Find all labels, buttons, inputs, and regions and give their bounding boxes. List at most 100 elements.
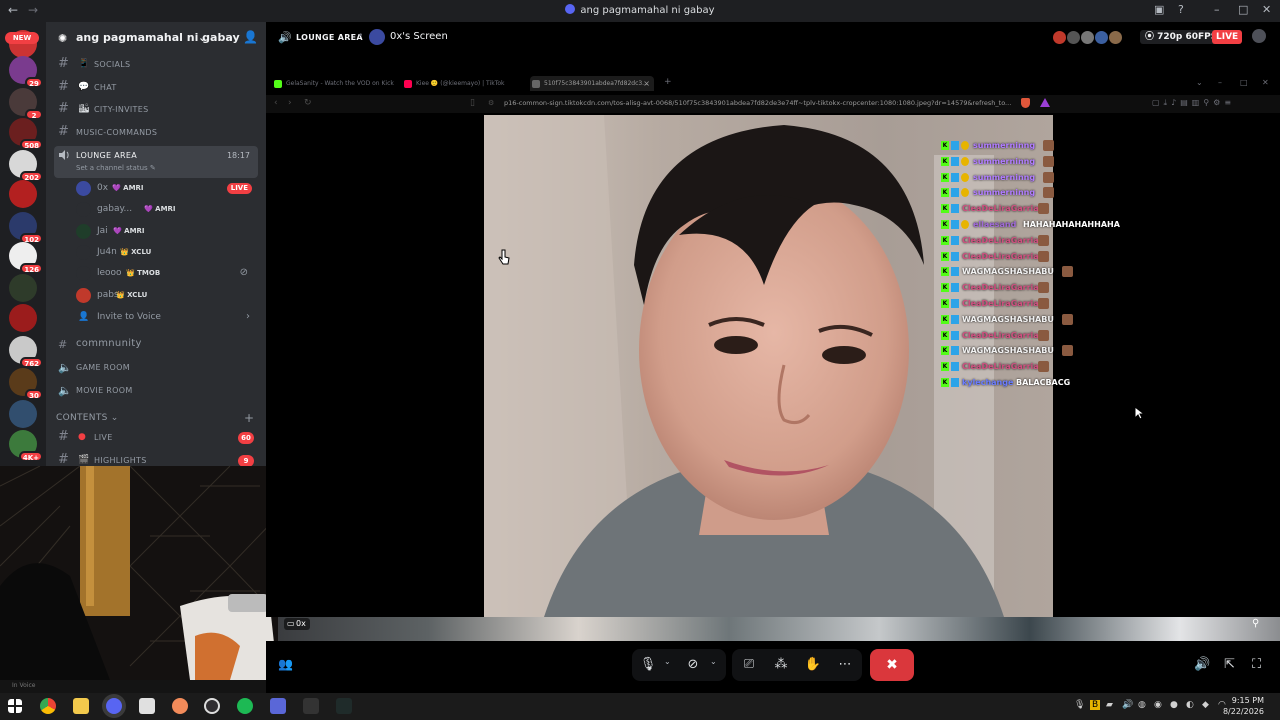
server-header[interactable]: ✺ ang pagmamahal ni gabay ⌄ 👤 [46, 22, 266, 54]
discord-icon[interactable] [106, 698, 122, 714]
screen-share-button-icon[interactable]: ⎚ [738, 655, 760, 675]
mic-options-chevron-icon[interactable]: ⌄ [664, 657, 671, 666]
invite-to-voice-button[interactable]: 👤 Invite to Voice › [76, 308, 258, 328]
browser-tab[interactable]: 510f75c3843901abdea7fd82dc3... × [530, 76, 654, 91]
server-icon-7[interactable]: 102 [9, 212, 43, 244]
tab-list-icon[interactable]: ⌄ [1196, 78, 1203, 87]
server-icon-14[interactable]: 4K+ [9, 430, 43, 462]
start-menu-icon[interactable] [8, 699, 22, 713]
url-text[interactable]: p16-common-sign.tiktokcdn.com/tos-alisg-… [504, 99, 1011, 107]
camera-off-icon[interactable]: ⊘ [682, 655, 704, 675]
channel-chat[interactable]: # 💬 CHAT [54, 78, 258, 98]
app-icon-orange[interactable] [172, 698, 188, 714]
server-icon-6[interactable] [9, 180, 37, 208]
voice-user[interactable]: leooo 👑 TMOB ⊘ [76, 264, 258, 284]
channel-socials[interactable]: # 📱 SOCIALS [54, 55, 258, 75]
voice-channel-lounge-area[interactable]: LOUNGE AREA 18:17 Set a channel status ✎ [54, 146, 258, 178]
server-icon-1[interactable]: NEW [5, 30, 39, 58]
stream-quality-badge[interactable]: ⦿ 720p 60FPS [1140, 30, 1223, 44]
voice-user[interactable]: 0x 💜 AMRI LIVE [76, 179, 258, 199]
fullscreen-icon[interactable]: ⛶ [1252, 657, 1261, 672]
camera-options-chevron-icon[interactable]: ⌄ [710, 657, 717, 666]
app-icon-purple[interactable] [270, 698, 286, 714]
tray-app-icon[interactable]: B [1090, 700, 1101, 710]
category-contents[interactable]: CONTENTS ⌄ [56, 413, 119, 423]
voice-channel[interactable]: # commnunity [54, 335, 258, 355]
forward-icon[interactable]: › [288, 98, 292, 108]
tray-icon-d[interactable]: ● [1170, 700, 1178, 710]
server-icon-3[interactable]: 2 [9, 88, 43, 120]
server-icon-2[interactable]: 29 [9, 56, 43, 88]
file-explorer-icon[interactable] [73, 698, 89, 714]
app-icon-teal[interactable] [336, 698, 352, 714]
server-icon-5[interactable]: 202 [9, 150, 43, 182]
browser-toolbar-icons[interactable]: ▢⤓♪▤▥⚲⚙≡ [1152, 98, 1235, 108]
channel-highlights[interactable]: # 🎬 HIGHLIGHTS 9 [54, 451, 258, 466]
channel-live[interactable]: # ● LIVE 60 [54, 428, 258, 448]
browser-maximize-icon[interactable]: □ [1240, 78, 1248, 87]
channel-status[interactable]: Set a channel status ✎ [76, 164, 156, 172]
server-icon-8[interactable]: 126 [9, 242, 43, 274]
invite-people-icon[interactable]: 👤 [243, 30, 258, 44]
browser-minimize-icon[interactable]: – [1218, 78, 1222, 87]
brave-shield-icon[interactable] [1021, 98, 1030, 108]
tray-mic-icon[interactable]: 🎙 [1074, 700, 1085, 710]
voice-user[interactable]: Ju4n 👑 XCLU [76, 243, 258, 263]
voice-channel[interactable]: 🔈 GAME ROOM [54, 358, 258, 378]
add-channel-icon[interactable]: + [244, 411, 254, 425]
tray-icon-a[interactable]: ▰ [1106, 700, 1113, 710]
server-icon-13[interactable] [9, 400, 37, 428]
voice-channel[interactable]: 🔈 MOVIE ROOM [54, 381, 258, 401]
tray-icon-b[interactable]: ◍ [1138, 700, 1146, 710]
server-name[interactable]: ang pagmamahal ni gabay [76, 31, 240, 44]
close-icon[interactable]: ✕ [1262, 3, 1271, 16]
voice-user[interactable]: pabs 👑 XCLU [76, 286, 258, 306]
back-icon[interactable]: ‹ [274, 98, 278, 108]
voice-user[interactable]: gabay... 💜 AMRI [76, 200, 258, 220]
server-icon-10[interactable] [9, 304, 37, 332]
bookmark-icon[interactable]: ▯ [470, 98, 475, 108]
inbox-icon[interactable]: ▣ [1154, 3, 1164, 16]
browser-tab[interactable]: Kiee 🙂 (@kieemayo) | TikTok [402, 76, 524, 91]
site-info-icon[interactable]: ⚙ [488, 99, 494, 107]
chevron-down-icon[interactable]: ⌄ [198, 31, 207, 44]
tab-close-icon[interactable]: × [643, 76, 650, 91]
rewards-icon[interactable] [1040, 98, 1050, 107]
server-icon-12[interactable]: 30 [9, 368, 43, 400]
volume-icon[interactable]: 🔊 [1194, 657, 1210, 672]
tray-icon-f[interactable]: ◆ [1202, 700, 1209, 710]
new-tab-icon[interactable]: + [664, 77, 672, 87]
channel-city-invites[interactable]: # 🏙 CITY-INVITES [54, 100, 258, 120]
reload-icon[interactable]: ↻ [304, 98, 312, 108]
pop-out-icon[interactable]: ⇱ [1224, 657, 1235, 672]
server-icon-4[interactable]: 508 [9, 118, 43, 150]
taskbar-clock[interactable]: 9:15 PM 8/22/2026 [1223, 695, 1264, 717]
add-people-icon[interactable]: 👥 [278, 657, 293, 671]
microphone-icon[interactable]: 🎙 [637, 655, 659, 675]
maximize-icon[interactable]: □ [1238, 3, 1248, 16]
zoom-icon[interactable]: ⚲ [1252, 618, 1259, 629]
chrome-icon[interactable] [40, 698, 56, 714]
server-icon [565, 4, 576, 14]
channel-music-commands[interactable]: # MUSIC-COMMANDS [54, 123, 258, 143]
help-icon[interactable]: ? [1178, 3, 1184, 16]
viewer-avatars[interactable] [1052, 30, 1128, 46]
obs-icon[interactable] [204, 698, 220, 714]
minimize-icon[interactable]: – [1214, 3, 1220, 16]
tray-icon-c[interactable]: ◉ [1154, 700, 1162, 710]
browser-tab[interactable]: GelaSanity - Watch the VOD on Kick [272, 76, 394, 91]
chat-bubble-icon[interactable] [1252, 29, 1266, 43]
notepad-icon[interactable] [139, 698, 155, 714]
tray-volume-icon[interactable]: 🔊 [1122, 700, 1133, 710]
server-icon-11[interactable]: 762 [9, 336, 43, 368]
browser-close-icon[interactable]: ✕ [1262, 78, 1269, 87]
soundboard-icon[interactable]: ✋ [802, 655, 824, 675]
activities-icon[interactable]: ⁂ [770, 655, 792, 675]
tray-icon-e[interactable]: ◐ [1186, 700, 1194, 710]
disconnect-button[interactable]: ✖ [870, 649, 914, 681]
more-options-icon[interactable]: ⋯ [834, 655, 856, 675]
server-icon-9[interactable] [9, 274, 37, 302]
spotify-icon[interactable] [237, 698, 253, 714]
app-icon-grey[interactable] [303, 698, 319, 714]
voice-user[interactable]: Jai 💜 AMRI [76, 222, 258, 242]
